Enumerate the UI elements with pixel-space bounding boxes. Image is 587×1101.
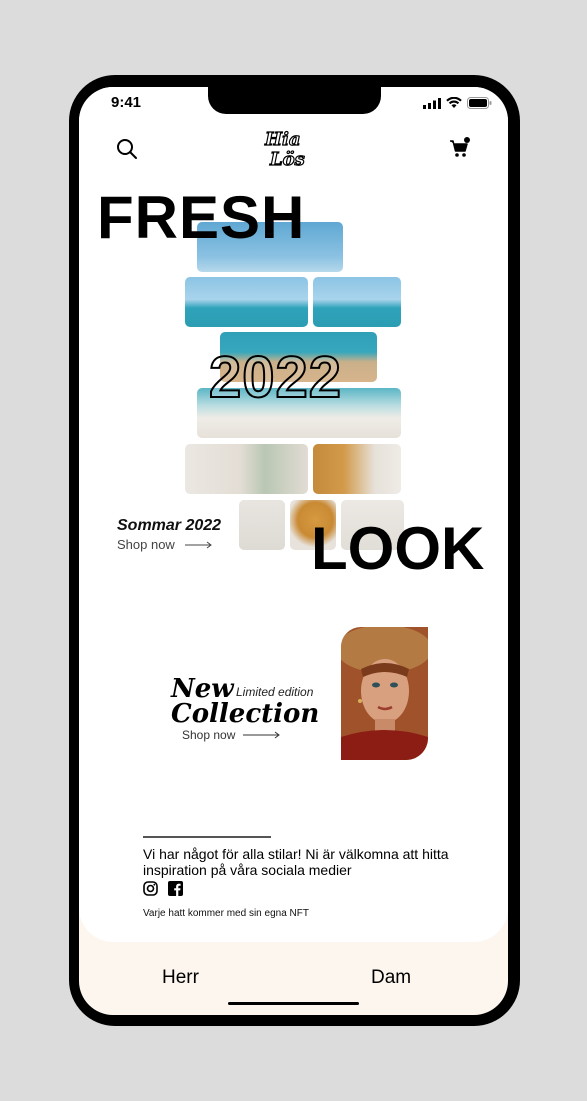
wifi-icon	[446, 97, 462, 108]
search-icon[interactable]	[116, 138, 138, 160]
hero-tile	[313, 277, 401, 327]
hero-shop-now-link[interactable]: Shop now	[117, 537, 213, 552]
hero-headline-year: 2022	[208, 345, 343, 410]
instagram-icon[interactable]	[143, 881, 158, 896]
hero-tile	[313, 444, 401, 494]
hero-tile	[185, 444, 308, 494]
hero-tile	[185, 277, 308, 327]
arrow-right-icon	[243, 731, 281, 739]
promo-shop-now-link[interactable]: Shop now	[182, 728, 281, 742]
home-indicator	[228, 1002, 359, 1005]
shop-now-label: Shop now	[117, 537, 175, 552]
battery-icon	[467, 97, 492, 109]
new-collection-line2: Collection	[171, 699, 320, 729]
hero-headline-fresh: FRESH	[97, 184, 306, 251]
limited-edition-label: Limited edition	[236, 685, 314, 699]
collection-title: Sommar 2022	[117, 517, 222, 534]
tab-dam[interactable]: Dam	[371, 967, 411, 989]
svg-text:Lös: Lös	[269, 149, 305, 169]
status-icons	[423, 97, 492, 109]
hero-headline-look: LOOK	[311, 515, 485, 582]
arrow-right-icon	[184, 541, 212, 548]
svg-text:Hia: Hia	[264, 129, 301, 150]
facebook-icon[interactable]	[168, 881, 183, 896]
content-card: 9:41 Hia Lös FRESH 2022 LOOK Sommar 2022…	[79, 87, 508, 942]
app-screen: 9:41 Hia Lös FRESH 2022 LOOK Sommar 2022…	[79, 87, 508, 1015]
status-time: 9:41	[111, 94, 142, 111]
footer-divider	[143, 836, 271, 838]
shop-now-label: Shop now	[182, 728, 236, 742]
social-links	[143, 881, 183, 896]
signal-icon	[423, 97, 441, 109]
hero-tile	[239, 500, 285, 550]
cart-icon[interactable]	[449, 137, 471, 159]
model-portrait-image[interactable]	[341, 627, 428, 760]
nft-note: Varje hatt kommer med sin egna NFT	[143, 908, 309, 919]
hia-los-logo[interactable]: Hia Lös	[262, 127, 324, 169]
footer-text: Vi har något för alla stilar! Ni är välk…	[143, 846, 449, 878]
tab-herr[interactable]: Herr	[162, 967, 199, 989]
notch	[208, 87, 381, 114]
